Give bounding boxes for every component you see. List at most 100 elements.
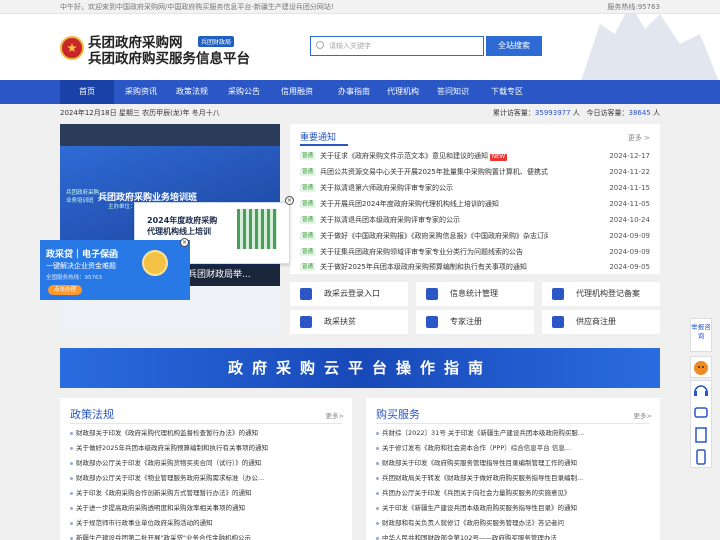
monument-illustration	[581, 14, 719, 80]
notice-more-link[interactable]: 更多 >	[628, 133, 650, 143]
purchase-more-link[interactable]: 更多>	[634, 410, 652, 420]
list-item-text: 中华人民共和国财政部令第102号——政府购买服务管理办法	[382, 534, 557, 540]
notice-text: 关于征求《政府采购文件示范文本》意见和建议的通知 NEW	[320, 149, 548, 163]
top-bar: 中午好，欢迎来到中国政府采购网/中国政府购买服务信息平台-新疆生产建设兵团分网站…	[0, 0, 720, 14]
nav-item-announcements[interactable]: 采购公告	[218, 80, 270, 104]
list-item[interactable]: 兵财综〔2022〕31号 关于印发《新疆生产建设兵团本级政府购买服...	[376, 426, 650, 440]
notice-date: 2024-10-24	[609, 216, 650, 224]
policy-title: 政策法规	[70, 408, 114, 421]
register-icon	[552, 288, 564, 300]
notice-row[interactable]: 普通 关于拟清退第六师政府采购评审专家的公示 2024-11-15	[300, 181, 656, 195]
notice-row[interactable]: 普通 关于拟清退兵团本级政府采购评审专家的公示 2024-10-24	[300, 213, 656, 227]
notice-row[interactable]: 普通兵团公共资源交易中心关于开展2025年批量集中采购购置计算机、便携式计算机框…	[300, 165, 656, 179]
list-item[interactable]: 关于做好2025年兵团本级政府采购预算编制和执行有关事项的通知	[70, 441, 342, 455]
notice-row[interactable]: 普通 关于做好2025年兵团本级政府采购预算编制和执行有关事项的通知 2024-09…	[300, 260, 656, 274]
list-item[interactable]: 关于进一步提高政府采购透明度和采购效率相关事项的通知	[70, 501, 342, 515]
list-item-text: 兵财综〔2022〕31号 关于印发《新疆生产建设兵团本级政府购买服...	[382, 429, 585, 437]
guide-banner[interactable]: 政府采购云平台操作指南	[60, 348, 660, 388]
list-item[interactable]: 兵团办公厅关于印发《兵团关于向社会力量购买服务的实施意见》	[376, 486, 650, 500]
list-item-text: 关于做好2025年兵团本级政府采购预算编制和执行有关事项的通知	[76, 444, 269, 452]
nav-item-guide[interactable]: 办事指南	[324, 80, 384, 104]
notice-tag: 普通	[300, 184, 316, 192]
list-item[interactable]: 关于修订发布《政府和社会资本合作（PPP）综合信息平台 信息...	[376, 441, 650, 455]
notice-text: 兵团公共资源交易中心关于开展2025年批量集中采购购置计算机、便携式计算机框架协…	[320, 168, 548, 176]
list-item-text: 关于进一步提高政府采购透明度和采购效率相关事项的通知	[76, 504, 245, 512]
notice-text: 关于做好《中国政府采购报》《政府采购信息报》《中国政府采购》杂志订阅工作的通知	[320, 232, 548, 240]
close-icon[interactable]: ×	[180, 238, 189, 247]
list-item[interactable]: 中华人民共和国财政部令第102号——政府购买服务管理办法	[376, 531, 650, 540]
nav-item-news[interactable]: 采购资讯	[114, 80, 168, 104]
phone-icon[interactable]	[691, 447, 711, 467]
notice-title: 重要通知	[300, 130, 349, 146]
quick-link-label: 政采云登录入口	[324, 289, 380, 298]
quick-link[interactable]: 供应商注册	[542, 310, 660, 334]
nav-item-home[interactable]: 首页	[60, 80, 114, 104]
list-item[interactable]: 财政部和有关负责人就修订《政府购买服务管理办法》答记者问	[376, 516, 650, 530]
list-item-text: 财政部办公厅关于印发《政府采购货物买卖合同（试行）》的通知	[76, 459, 262, 467]
policy-more-link[interactable]: 更多>	[326, 410, 344, 420]
list-item-text: 兵团财政局关于转发《财政部关于做好政府购买服务指导性目录编制...	[382, 474, 584, 482]
list-item-text: 财政部和有关负责人就修订《政府购买服务管理办法》答记者问	[382, 519, 564, 527]
nav-item-policy[interactable]: 政策法规	[166, 80, 218, 104]
stats-icon	[426, 288, 438, 300]
screen-line: 业务培训班	[66, 198, 94, 204]
list-item[interactable]: 兵团财政局关于转发《财政部关于做好政府购买服务指导性目录编制...	[376, 471, 650, 485]
policy-panel: 政策法规 更多> 财政部关于印发《政府采购代理机构监督检查暂行办法》的通知 关于…	[60, 398, 352, 540]
notice-row[interactable]: 普通 关于征集兵团政府采购领域评审专家专业分类行为问题线索的公告 2024-09-0…	[300, 245, 656, 259]
notice-tag: 普通	[300, 168, 316, 176]
notice-date: 2024-09-09	[609, 232, 650, 240]
list-item[interactable]: 财政部关于印发《政府购买服务管理指导性目录编制管理工作的通知	[376, 456, 650, 470]
popup-ad-line: 2024年度政府采购	[147, 216, 218, 225]
list-item[interactable]: 财政部关于印发《政府采购代理机构监督检查暂行办法》的通知	[70, 426, 342, 440]
nav-item-downloads[interactable]: 下载专区	[480, 80, 534, 104]
quick-link[interactable]: 政采云登录入口	[290, 282, 408, 306]
list-item[interactable]: 关于印发《政府采购合作创新采购方式管理暂行办法》的通知	[70, 486, 342, 500]
finance-ad-hotline: 全国服务热线：95763	[46, 275, 102, 281]
notice-tag: 普通	[300, 200, 316, 208]
quick-link[interactable]: 信息统计管理	[416, 282, 534, 306]
list-item-text: 关于印发《政府采购合作创新采购方式管理暂行办法》的通知	[76, 489, 252, 497]
main-nav: 首页 采购资讯 政策法规 采购公告 信用融资 办事指南 代理机构 答问知识 下载…	[0, 80, 720, 104]
finance-popup-ad[interactable]: 政采贷｜电子保函 一键解决企业资金难题 全国服务热线：95763 点击办理	[40, 240, 190, 300]
list-item-text: 财政部关于印发《政府购买服务管理指导性目录编制管理工作的通知	[382, 459, 577, 467]
list-item[interactable]: 关于印发《新疆生产建设兵团本级政府购买服务指导性目录》的通知	[376, 501, 650, 515]
close-icon[interactable]: ×	[285, 196, 294, 205]
purchase-service-panel: 购买服务 更多> 兵财综〔2022〕31号 关于印发《新疆生产建设兵团本级政府购…	[366, 398, 660, 540]
list-item[interactable]: 新疆生产建设兵团第二批开展"政采贷"业务合作金融机构公示	[70, 531, 342, 540]
side-toolbar	[690, 380, 712, 468]
screen-line: 兵团政府采购	[66, 190, 100, 196]
search-input[interactable]: 请输入关键字	[310, 36, 484, 56]
notice-row[interactable]: 普通 关于征求《政府采购文件示范文本》意见和建议的通知 NEW 2024-12-17	[300, 149, 656, 163]
mascot-icon[interactable]	[690, 356, 712, 378]
notice-text: 关于开展兵团2024年度政府采购代理机构线上培训的通知	[320, 200, 499, 208]
today-visits-label: 今日访客量：	[586, 109, 629, 117]
finance-ad-button[interactable]: 点击办理	[48, 285, 82, 295]
notice-tag: 普通	[300, 248, 316, 256]
nav-item-credit[interactable]: 信用融资	[270, 80, 324, 104]
notice-text: 关于做好2025年兵团本级政府采购预算编制和执行有关事项的通知	[320, 263, 527, 271]
list-item[interactable]: 关于规范师市行政事业单位政府采购活动的通知	[70, 516, 342, 530]
list-item[interactable]: 财政部办公厅关于印发《政府采购货物买卖合同（试行）》的通知	[70, 456, 342, 470]
coin-icon	[142, 250, 168, 276]
list-item[interactable]: 财政部办公厅关于印发《物业管理服务政府采购需求标准（办公...	[70, 471, 342, 485]
new-badge: NEW	[490, 154, 508, 161]
report-button[interactable]: 举报咨询	[690, 318, 712, 352]
document-icon[interactable]	[691, 425, 711, 445]
nav-item-agencies[interactable]: 代理机构	[384, 80, 422, 104]
headset-icon[interactable]	[691, 381, 711, 401]
notice-row[interactable]: 普通关于做好《中国政府采购报》《政府采购信息报》《中国政府采购》杂志订阅工作的通…	[300, 229, 656, 243]
quick-link-label: 专家注册	[450, 317, 482, 326]
quick-link[interactable]: 专家注册	[416, 310, 534, 334]
finance-ad-subtitle: 一键解决企业资金难题	[46, 262, 116, 270]
nav-item-qa[interactable]: 答问知识	[430, 80, 476, 104]
notice-text-body: 关于征求《政府采购文件示范文本》意见和建议的通知	[320, 152, 488, 160]
quick-link-label: 政采扶贫	[324, 317, 356, 326]
visitor-stats: 累计访客量：35993977 人 今日访客量：38645 人	[493, 108, 660, 118]
welcome-text: 中午好，欢迎来到中国政府采购网/中国政府购买服务信息平台-新疆生产建设兵团分网站…	[60, 3, 334, 11]
search-button[interactable]: 全站搜索	[486, 36, 542, 56]
quick-link-label: 代理机构登记备案	[576, 289, 640, 298]
quick-link[interactable]: 代理机构登记备案	[542, 282, 660, 306]
quick-link[interactable]: 政采扶贫	[290, 310, 408, 334]
chat-icon[interactable]	[691, 403, 711, 423]
notice-row[interactable]: 普通 关于开展兵团2024年度政府采购代理机构线上培训的通知 2024-11-05	[300, 197, 656, 211]
